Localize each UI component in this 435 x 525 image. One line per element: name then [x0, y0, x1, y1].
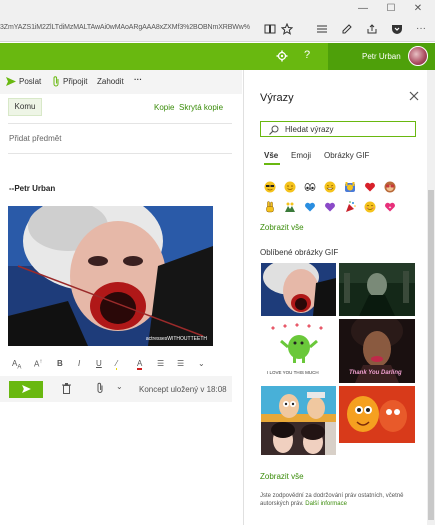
- send-icon: [21, 385, 31, 393]
- bold-icon[interactable]: B: [57, 359, 63, 368]
- bcc-link[interactable]: Skrytá kopie: [179, 103, 223, 112]
- search-input[interactable]: Hledat výrazy: [260, 121, 416, 137]
- maximize-icon[interactable]: ☐: [383, 3, 399, 15]
- close-window-icon[interactable]: ✕: [410, 3, 426, 15]
- send-icon: [6, 77, 16, 86]
- emoji-blue-heart-icon[interactable]: [304, 201, 316, 213]
- hub-icon[interactable]: [316, 23, 328, 35]
- emoji-dancers-icon[interactable]: [284, 201, 296, 213]
- emoji-smile-icon[interactable]: [284, 181, 296, 193]
- emoji-sunglasses-icon[interactable]: [264, 181, 276, 193]
- discard-button[interactable]: Zahodit: [97, 77, 124, 86]
- font-color-icon[interactable]: A: [137, 359, 143, 370]
- to-button[interactable]: Komu: [8, 98, 42, 116]
- more-options-button[interactable]: ···: [134, 75, 142, 84]
- numbering-icon[interactable]: ☰: [177, 359, 184, 368]
- emoji-grin-icon[interactable]: [324, 181, 336, 193]
- chevron-down-icon[interactable]: ⌄: [116, 382, 123, 391]
- send-toolbar-button[interactable]: Poslat: [19, 77, 41, 86]
- address-bar[interactable]: 3ZmYAZS1iM2ZlLTdiMzMALTAwAi0wMAoARgAAA8x…: [0, 24, 250, 31]
- reading-view-icon[interactable]: [264, 23, 276, 35]
- search-icon: [269, 125, 279, 135]
- font-size-icon[interactable]: AA: [12, 359, 21, 371]
- cc-link[interactable]: Kopie: [154, 103, 174, 112]
- subject-field[interactable]: Přidat předmět: [9, 134, 61, 143]
- underline-icon[interactable]: U: [96, 359, 102, 368]
- gif-thumbnail[interactable]: [261, 263, 336, 316]
- signature[interactable]: --Petr Urban: [9, 184, 55, 193]
- minimize-icon[interactable]: —: [355, 3, 371, 15]
- divider: [8, 123, 232, 124]
- settings-gear-icon[interactable]: [276, 50, 288, 62]
- active-tab-indicator: [264, 163, 280, 165]
- tab-gif[interactable]: Obrázky GIF: [324, 151, 369, 160]
- browser-chrome: — ☐ ✕ 3ZmYAZS1iM2ZlLTdiMzMALTAwAi0wMAoAR…: [0, 0, 435, 42]
- show-all-emoji-link[interactable]: Zobrazit vše: [260, 223, 304, 232]
- emoji-victory-hand-icon[interactable]: [264, 201, 276, 213]
- gif-thumbnail[interactable]: [339, 263, 415, 316]
- more-format-chevron-icon[interactable]: ⌄: [198, 359, 205, 368]
- favorite-star-icon[interactable]: [281, 23, 293, 35]
- gif-thumbnail[interactable]: [339, 386, 415, 443]
- compose-pane: Poslat Připojit Zahodit ··· Komu Kopie S…: [0, 70, 242, 525]
- share-icon[interactable]: [366, 23, 378, 35]
- highlight-icon[interactable]: ⁄: [116, 359, 118, 370]
- gif-thumbnail[interactable]: Thank You Darling: [339, 319, 415, 383]
- user-name[interactable]: Petr Urban: [362, 52, 401, 61]
- send-button[interactable]: [9, 381, 43, 398]
- web-note-icon[interactable]: [341, 23, 353, 35]
- gif-thumbnail[interactable]: I LOVE YOU THIS MUCH: [261, 319, 336, 383]
- panel-title: Výrazy: [260, 92, 294, 104]
- tab-all[interactable]: Vše: [264, 151, 278, 160]
- emoji-raised-hands-icon[interactable]: [344, 181, 356, 193]
- help-icon[interactable]: ?: [304, 49, 310, 61]
- emoji-see-no-evil-monkey-icon[interactable]: [384, 181, 396, 193]
- draft-status: Koncept uložený v 18:08: [139, 385, 227, 394]
- tab-emoji[interactable]: Emoji: [291, 151, 311, 160]
- divider: [8, 153, 232, 154]
- gif-thumbnail[interactable]: [261, 386, 336, 426]
- copyright-notice: Jste zodpovědní za dodržování práv ostat…: [260, 492, 420, 508]
- emoji-party-icon[interactable]: [344, 201, 356, 213]
- gif-section-title: Oblíbené obrázky GIF: [260, 248, 339, 257]
- emoji-purple-heart-icon[interactable]: [324, 201, 336, 213]
- paperclip-icon: [53, 76, 59, 87]
- avatar[interactable]: [408, 46, 428, 66]
- italic-icon[interactable]: I: [78, 359, 80, 368]
- gif-caption: I LOVE YOU THIS MUCH: [267, 370, 319, 375]
- more-actions-icon[interactable]: ···: [413, 23, 429, 35]
- send-bar: ⌄ Koncept uložený v 18:08: [0, 376, 232, 402]
- compose-toolbar: Poslat Připojit Zahodit ···: [0, 70, 242, 94]
- pocket-extension-icon[interactable]: [391, 23, 403, 35]
- gif-thumbnail[interactable]: [261, 422, 336, 455]
- emoji-blush-icon[interactable]: [364, 201, 376, 213]
- search-placeholder: Hledat výrazy: [285, 125, 334, 134]
- scrollbar-thumb[interactable]: [428, 190, 434, 520]
- scrollbar[interactable]: [427, 70, 435, 525]
- inserted-gif-image[interactable]: actressesWITHOUTTEETH: [8, 206, 213, 346]
- font-grow-icon[interactable]: A↑: [34, 359, 42, 369]
- emoji-sparkling-heart-icon[interactable]: [384, 201, 396, 213]
- gif-watermark: actressesWITHOUTTEETH: [145, 336, 207, 342]
- gif-caption: Thank You Darling: [349, 370, 402, 376]
- emoji-red-heart-icon[interactable]: [364, 181, 376, 193]
- emoji-eyes-icon[interactable]: [304, 181, 316, 193]
- bullets-icon[interactable]: ☰: [157, 359, 164, 368]
- show-all-gif-link[interactable]: Zobrazit vše: [260, 472, 304, 481]
- learn-more-link[interactable]: Další informace: [305, 501, 347, 507]
- attach-button[interactable]: Připojit: [63, 77, 87, 86]
- close-icon[interactable]: [408, 90, 420, 102]
- expressions-panel: Výrazy Hledat výrazy Vše Emoji Obrázky G…: [243, 70, 435, 525]
- trash-icon[interactable]: [62, 383, 71, 394]
- paperclip-icon[interactable]: [96, 382, 104, 394]
- formatting-toolbar: AA A↑ B I U ⁄ A ☰ ☰ ⌄: [0, 352, 242, 374]
